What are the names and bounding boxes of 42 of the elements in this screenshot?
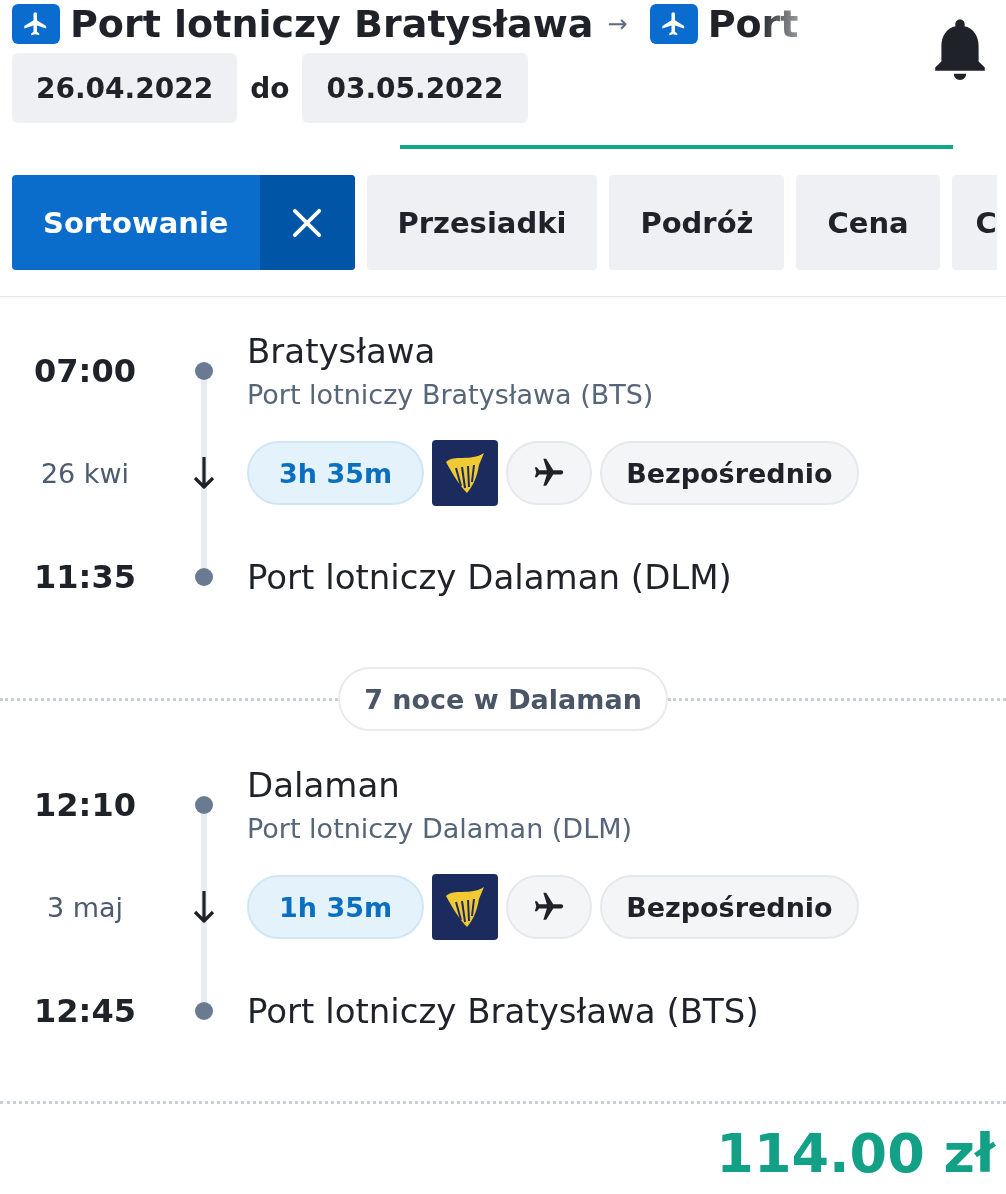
airport-name: Port lotniczy Bratysława (BTS): [246, 991, 759, 1031]
airplane-icon: [12, 4, 60, 44]
stay-duration-pill: 7 noce w Dalaman: [338, 667, 668, 731]
airport-name: Port lotniczy Bratysława (BTS): [247, 378, 654, 413]
filter-chip[interactable]: Przesiadki: [366, 175, 598, 270]
arrival-time: 12:45: [34, 992, 136, 1030]
city-name: Dalaman: [247, 763, 400, 807]
stops-chip: Bezpośrednio: [600, 441, 859, 505]
stops-chip: Bezpośrednio: [600, 875, 859, 939]
timeline-dot: [195, 1002, 213, 1020]
timeline-dot: [195, 362, 213, 380]
harp-logo-icon: [432, 874, 499, 940]
harp-logo-icon: [432, 440, 499, 506]
filter-chip[interactable]: Sortowanie: [12, 175, 355, 270]
end-date-field[interactable]: 03.05.2022: [302, 53, 528, 123]
departure-time: 12:10: [34, 786, 136, 824]
start-date-field[interactable]: 26.04.2022: [12, 53, 238, 123]
clear-filter-button[interactable]: [259, 175, 355, 270]
flight-date: 26 kwi: [40, 457, 130, 489]
filter-chip[interactable]: C: [951, 175, 997, 270]
down-arrow-icon: [192, 890, 216, 924]
airport-name: Port lotniczy Dalaman (DLM): [247, 812, 633, 847]
airplane-icon: [649, 4, 698, 44]
departure-time: 07:00: [34, 352, 136, 390]
duration-chip: 3h 35m: [247, 441, 425, 505]
total-price: 114.00 zł: [716, 1124, 995, 1184]
down-arrow-icon: [192, 456, 216, 490]
duration-chip: 1h 35m: [247, 875, 425, 939]
route-arrow: →: [607, 10, 628, 38]
origin-title: Port lotniczy Bratysława: [70, 2, 594, 46]
notification-bell-icon[interactable]: [935, 18, 985, 80]
city-name: Bratysława: [247, 329, 436, 373]
timeline-dot: [195, 796, 213, 814]
flight-date: 3 maj: [46, 891, 124, 923]
date-separator: do: [250, 71, 290, 105]
close-icon: [292, 207, 322, 238]
airport-name: Port lotniczy Dalaman (DLM): [246, 557, 732, 597]
timeline-dot: [195, 568, 213, 586]
destination-title: Port: [707, 2, 799, 46]
filter-chip[interactable]: Podróż: [609, 175, 785, 270]
filter-chip[interactable]: Cena: [796, 175, 940, 270]
arrival-time: 11:35: [34, 558, 136, 596]
